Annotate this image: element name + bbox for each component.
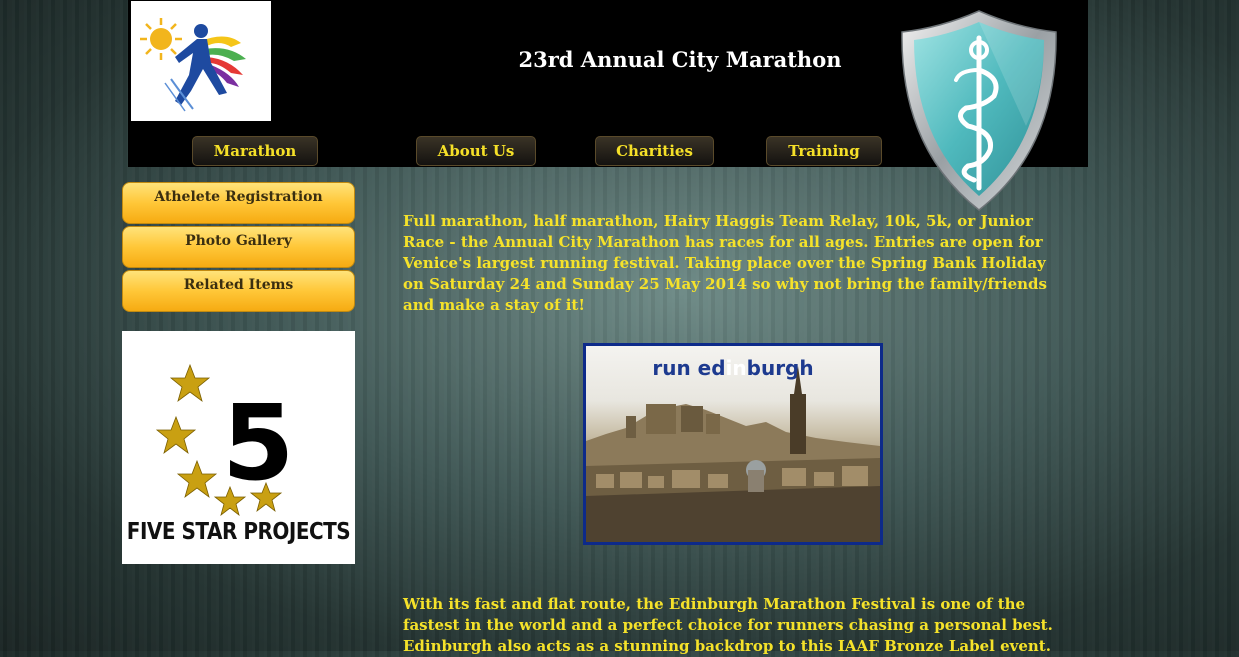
edinburgh-skyline-icon: [586, 366, 880, 542]
nav-charities[interactable]: Charities: [595, 136, 714, 166]
five-star-logo-icon: 5: [155, 363, 294, 516]
sponsor-name: FIVE STAR PROJECTS: [126, 517, 351, 545]
sidebar-item-related-items[interactable]: Related Items: [122, 270, 355, 312]
sponsor-number: 5: [222, 382, 294, 504]
sidebar-item-photo-gallery[interactable]: Photo Gallery: [122, 226, 355, 268]
intro-paragraph: Full marathon, half marathon, Hairy Hagg…: [403, 212, 1047, 314]
nav-marathon[interactable]: Marathon: [192, 136, 318, 166]
sidebar-item-athlete-registration[interactable]: Athelete Registration: [122, 182, 355, 224]
nav-training[interactable]: Training: [766, 136, 882, 166]
site-title: 23rd Annual City Marathon: [518, 47, 842, 72]
runner-logo-icon: [140, 18, 246, 112]
sponsor-banner[interactable]: 5 FIVE STAR PROJECTS: [122, 331, 355, 564]
nav-about-us[interactable]: About Us: [416, 136, 536, 166]
site-logo[interactable]: [131, 1, 271, 121]
medical-shield-icon: [901, 10, 1057, 211]
edinburgh-photo: run edinburgh: [583, 343, 883, 545]
second-paragraph: With its fast and flat route, the Edinbu…: [403, 595, 1053, 655]
